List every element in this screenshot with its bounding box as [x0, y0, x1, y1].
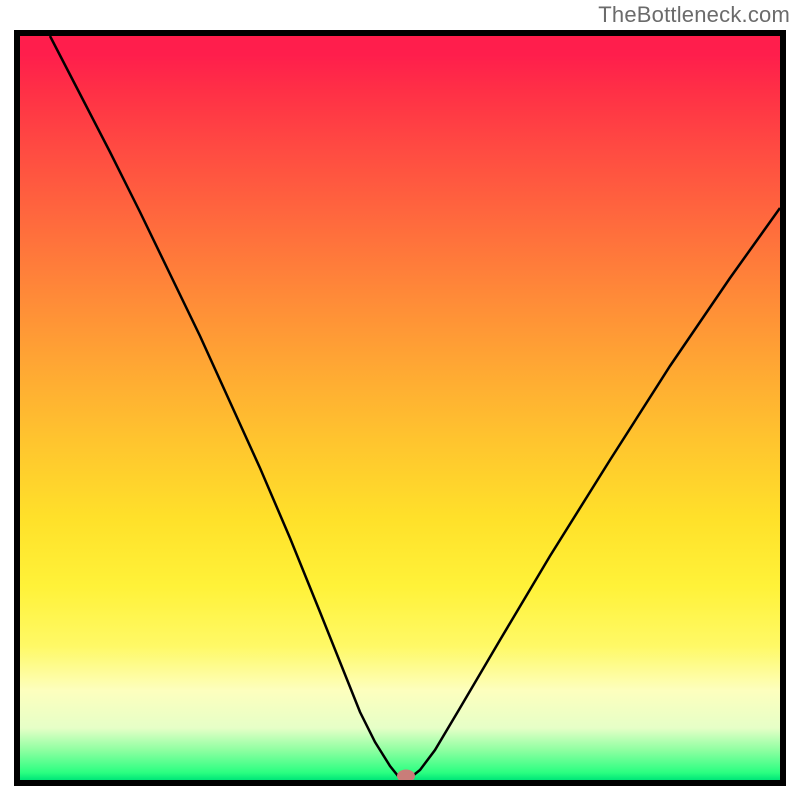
attribution-label: TheBottleneck.com — [598, 2, 790, 28]
chart-container: TheBottleneck.com — [0, 0, 800, 800]
optimal-point-marker — [397, 770, 415, 781]
plot-area — [20, 36, 780, 780]
curve-path — [50, 36, 780, 780]
bottleneck-curve — [20, 36, 780, 780]
